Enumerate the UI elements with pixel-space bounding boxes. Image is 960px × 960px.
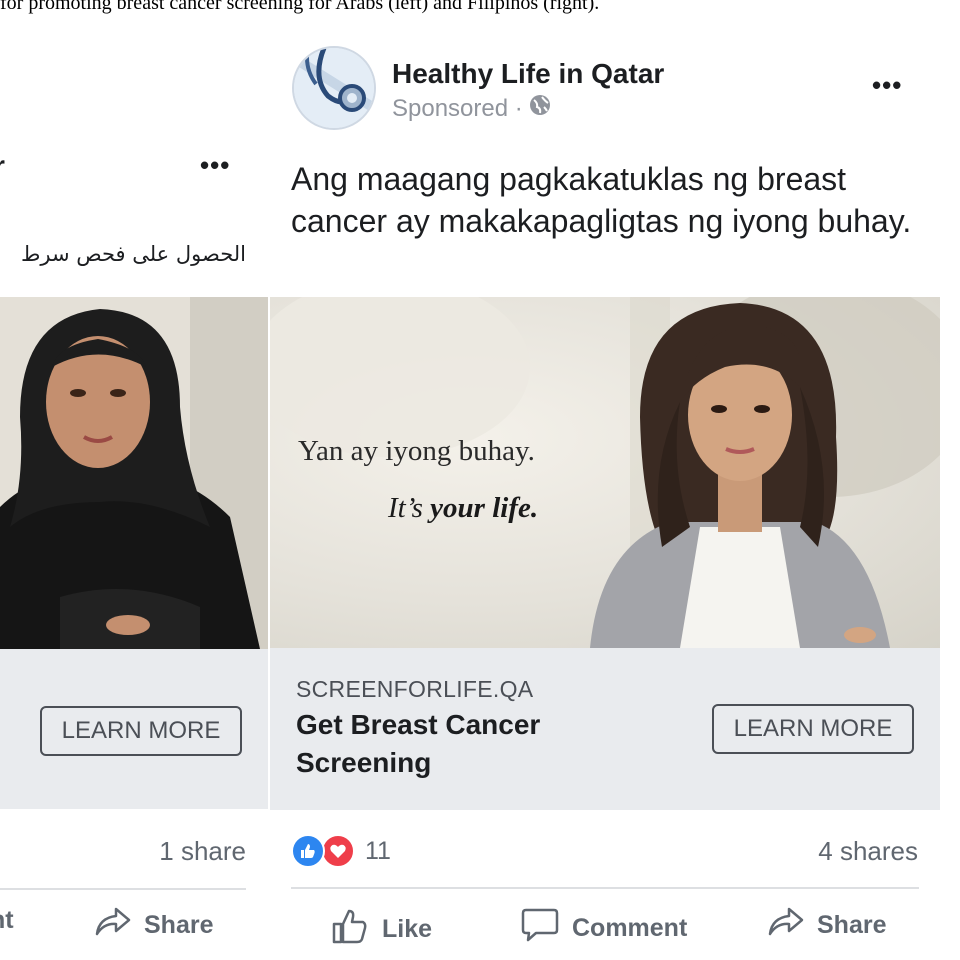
link-title[interactable]: Get Breast Cancer Screening <box>296 706 596 782</box>
left-share-label: Share <box>144 911 214 939</box>
left-comment-label: nt <box>0 906 14 934</box>
left-ad-image[interactable] <box>0 297 268 649</box>
share-icon <box>767 906 805 945</box>
ad-headline-bold: your life. <box>430 492 539 524</box>
ad-headline-filipino: Yan ay iyong buhay. <box>298 435 535 467</box>
left-more-options-button[interactable]: ••• <box>200 150 230 181</box>
left-share-count[interactable]: 1 share <box>159 836 246 867</box>
actions-divider <box>291 887 919 889</box>
left-comment-button-fragment[interactable]: nt <box>0 906 14 935</box>
thumbs-up-icon <box>330 906 370 953</box>
comment-icon <box>520 906 560 951</box>
share-count[interactable]: 4 shares <box>818 836 918 867</box>
woman-in-hijab-illustration <box>0 297 268 649</box>
reactions-summary[interactable]: 11 <box>291 834 391 868</box>
learn-more-button[interactable]: LEARN MORE <box>712 704 914 754</box>
like-button[interactable]: Like <box>330 906 432 953</box>
more-options-button[interactable]: ••• <box>872 70 902 101</box>
left-divider <box>0 888 246 890</box>
love-reaction-icon <box>321 834 355 868</box>
page-avatar[interactable] <box>292 46 376 130</box>
share-icon <box>94 906 132 945</box>
sponsored-label[interactable]: Sponsored · <box>392 95 523 123</box>
stethoscope-icon <box>294 48 374 128</box>
share-label: Share <box>817 911 887 939</box>
like-label: Like <box>382 915 433 943</box>
reaction-count: 11 <box>365 836 391 865</box>
ad-headline-prefix: It’s <box>388 492 423 524</box>
comment-label: Comment <box>572 914 688 942</box>
like-reaction-icon <box>291 834 325 868</box>
globe-icon <box>529 94 551 123</box>
comment-button[interactable]: Comment <box>520 906 687 951</box>
ad-image[interactable]: Yan ay iyong buhay. It’s your life. <box>270 297 940 648</box>
filipina-woman-illustration <box>270 297 940 648</box>
left-post: r ••• الحصول على فحص سرط LEARN MORE 1 sh… <box>0 0 270 960</box>
link-domain: SCREENFORLIFE.QA <box>296 676 534 702</box>
page-name-link[interactable]: Healthy Life in Qatar <box>392 58 664 90</box>
left-learn-more-button[interactable]: LEARN MORE <box>40 706 242 756</box>
left-page-name-fragment: r <box>0 150 5 182</box>
post-text: Ang maagang pagkakatuklas ng breast canc… <box>291 161 912 239</box>
ad-headline-english: It’s your life. <box>388 492 538 525</box>
left-share-button[interactable]: Share <box>94 906 213 945</box>
right-post: Healthy Life in Qatar Sponsored · ••• An… <box>270 30 960 960</box>
left-post-text: الحصول على فحص سرط <box>20 242 246 266</box>
share-button[interactable]: Share <box>767 906 886 945</box>
post-meta: Sponsored · <box>392 94 551 123</box>
